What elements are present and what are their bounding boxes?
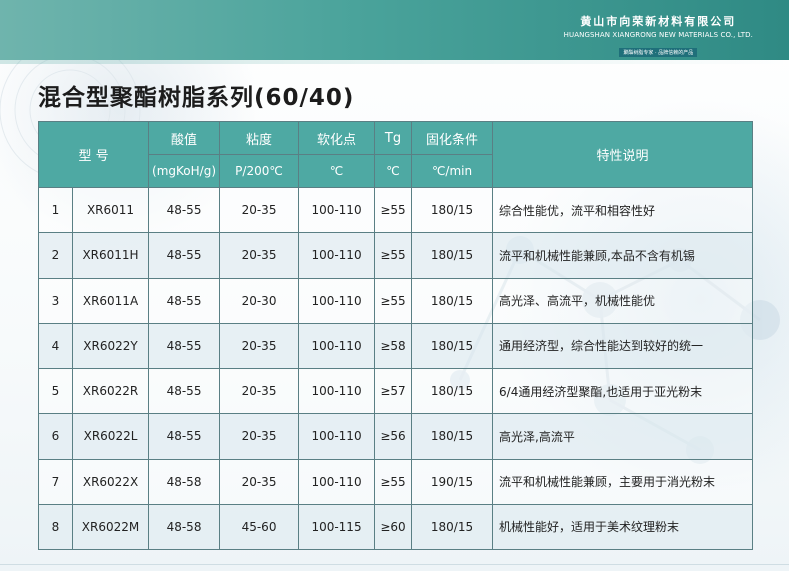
cell-tg: ≥58 [374,322,413,370]
cell-tg: ≥56 [374,413,413,460]
header-softening-point-unit: ℃ [298,154,376,188]
cell-model: XR6022M [71,503,150,551]
cell-acid-value: 48-55 [148,413,221,460]
cell-features: 高光泽,高流平 [492,413,754,460]
header-acid-value-unit: (mgKoH/g) [148,154,221,188]
cell-model: XR6011A [71,277,150,324]
table-row: 4 XR6022Y 48-55 20-35 100-110 ≥58 180/15… [38,322,754,370]
cell-model: XR6022Y [71,322,150,370]
header-curing: 固化条件 [411,121,494,155]
cell-tg: ≥60 [374,503,413,551]
cell-row-number: 6 [38,413,73,460]
cell-softening-point: 100-110 [298,277,376,324]
cell-acid-value: 48-55 [148,322,221,370]
cell-curing: 180/15 [411,322,494,370]
cell-model: XR6011 [71,186,150,234]
header-acid-value: 酸值 [148,121,221,155]
table-row: 2 XR6011H 48-55 20-35 100-110 ≥55 180/15… [38,232,754,279]
cell-curing: 180/15 [411,367,494,415]
footer-divider [0,564,789,565]
table-row: 8 XR6022M 48-58 45-60 100-115 ≥60 180/15… [38,503,754,551]
cell-row-number: 5 [38,367,73,415]
header-features: 特性说明 [492,121,754,188]
company-name-cn: 黄山市向荣新材料有限公司 [580,15,737,28]
table-header: 型 号 酸值 粘度 软化点 Tg 固化条件 特性说明 (mgKoH/g) P/2… [37,121,754,188]
cell-acid-value: 48-58 [148,503,221,551]
header-viscosity-unit: P/200℃ [219,154,300,188]
cell-viscosity: 20-35 [219,186,300,234]
cell-acid-value: 48-55 [148,232,221,279]
cell-row-number: 4 [38,322,73,370]
cell-features: 通用经济型，综合性能达到较好的统一 [492,322,754,370]
cell-features: 机械性能好，适用于美术纹理粉末 [492,503,754,551]
cell-viscosity: 45-60 [219,503,300,551]
header-tg: Tg [374,121,413,155]
cell-curing: 180/15 [411,277,494,324]
cell-softening-point: 100-110 [298,322,376,370]
cell-softening-point: 100-110 [298,186,376,234]
header-softening-point: 软化点 [298,121,376,155]
cell-row-number: 2 [38,232,73,279]
table-body: 1 XR6011 48-55 20-35 100-110 ≥55 180/15 … [38,186,754,551]
cell-row-number: 3 [38,277,73,324]
cell-softening-point: 100-110 [298,458,376,505]
product-spec-table: 型 号 酸值 粘度 软化点 Tg 固化条件 特性说明 (mgKoH/g) P/2… [37,121,754,551]
cell-features: 综合性能优，流平和相容性好 [492,186,754,234]
table-row: 1 XR6011 48-55 20-35 100-110 ≥55 180/15 … [38,186,754,234]
cell-viscosity: 20-35 [219,367,300,415]
cell-tg: ≥55 [374,232,413,279]
cell-row-number: 1 [38,186,73,234]
cell-curing: 190/15 [411,458,494,505]
cell-viscosity: 20-35 [219,232,300,279]
cell-curing: 180/15 [411,186,494,234]
cell-viscosity: 20-35 [219,322,300,370]
header-curing-unit: ℃/min [411,154,494,188]
cell-curing: 180/15 [411,232,494,279]
cell-curing: 180/15 [411,413,494,460]
cell-acid-value: 48-55 [148,277,221,324]
company-logo: 黄山市向荣新材料有限公司 HUANGSHAN XIANGRONG NEW MAT… [564,13,753,58]
cell-features: 高光泽、高流平，机械性能优 [492,277,754,324]
cell-softening-point: 100-110 [298,232,376,279]
cell-viscosity: 20-30 [219,277,300,324]
cell-model: XR6022R [71,367,150,415]
cell-viscosity: 20-35 [219,458,300,505]
cell-tg: ≥57 [374,367,413,415]
page-title: 混合型聚酯树脂系列(60/40) [38,85,355,111]
cell-acid-value: 48-55 [148,367,221,415]
cell-model: XR6022X [71,458,150,505]
cell-softening-point: 100-110 [298,367,376,415]
table-row: 7 XR6022X 48-58 20-35 100-110 ≥55 190/15… [38,458,754,505]
cell-row-number: 8 [38,503,73,551]
header-banner: 黄山市向荣新材料有限公司 HUANGSHAN XIANGRONG NEW MAT… [0,0,789,64]
cell-tg: ≥55 [374,186,413,234]
table-row: 5 XR6022R 48-55 20-35 100-110 ≥57 180/15… [38,367,754,415]
cell-tg: ≥55 [374,458,413,505]
cell-model: XR6022L [71,413,150,460]
cell-features: 6/4通用经济型聚酯,也适用于亚光粉末 [492,367,754,415]
company-name-en: HUANGSHAN XIANGRONG NEW MATERIALS CO., L… [563,31,753,39]
table-row: 3 XR6011A 48-55 20-30 100-110 ≥55 180/15… [38,277,754,324]
cell-row-number: 7 [38,458,73,505]
header-viscosity: 粘度 [219,121,300,155]
cell-tg: ≥55 [374,277,413,324]
cell-features: 流平和机械性能兼顾,本品不含有机锡 [492,232,754,279]
cell-model: XR6011H [71,232,150,279]
header-model: 型 号 [37,121,150,188]
cell-softening-point: 100-110 [298,413,376,460]
table-row: 6 XR6022L 48-55 20-35 100-110 ≥56 180/15… [38,413,754,460]
cell-curing: 180/15 [411,503,494,551]
cell-acid-value: 48-58 [148,458,221,505]
cell-features: 流平和机械性能兼顾，主要用于消光粉末 [492,458,754,505]
cell-viscosity: 20-35 [219,413,300,460]
cell-softening-point: 100-115 [298,503,376,551]
cell-acid-value: 48-55 [148,186,221,234]
company-slogan: 聚酯树脂专家 · 品牌信赖的产品 [619,48,698,57]
header-tg-unit: ℃ [374,154,413,188]
